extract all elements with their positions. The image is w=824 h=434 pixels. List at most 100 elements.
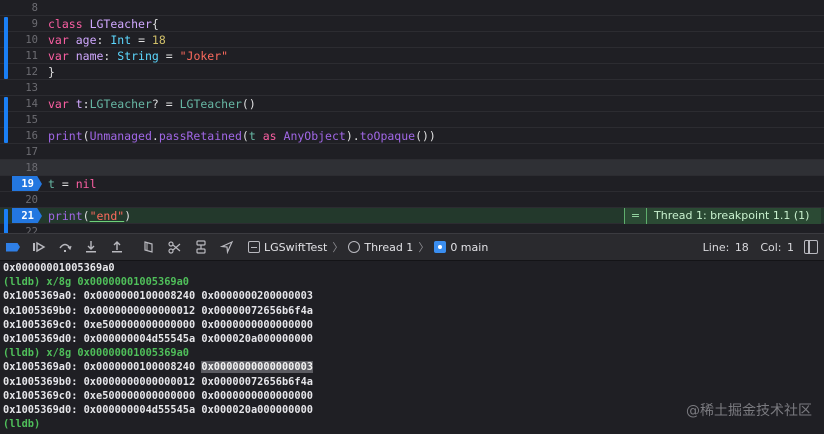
- breakpoint-marker[interactable]: 21: [12, 208, 42, 224]
- view-hierarchy-icon: [144, 241, 153, 253]
- source-change-bar[interactable]: [4, 97, 8, 143]
- console-text: 0x1005369c0: 0xe500000000000000 0x000000…: [3, 318, 313, 331]
- code-token: var: [48, 49, 69, 63]
- code-line-18[interactable]: 18: [0, 160, 824, 176]
- debug-view-hierarchy-button[interactable]: [136, 234, 162, 260]
- code-token: var: [48, 33, 69, 47]
- memory-graph-button[interactable]: [162, 234, 188, 260]
- code-token: =: [54, 177, 76, 191]
- console-text: 0x1005369c0: 0xe500000000000000 0x000000…: [3, 389, 313, 402]
- code-token: LGTeacher: [179, 97, 242, 111]
- lldb-prompt: (lldb): [3, 418, 41, 431]
- breakpoint-marker[interactable]: 19: [12, 176, 42, 192]
- code-token: :: [96, 33, 111, 47]
- code-token: nil: [75, 177, 97, 191]
- console-line: 0x1005369b0: 0x0000000000000012 0x000000…: [3, 304, 824, 318]
- code-line-22[interactable]: 22: [0, 224, 824, 233]
- code-line-12[interactable]: 12}: [0, 64, 824, 80]
- code-line-16[interactable]: 16 print(Unmanaged.passRetained(t as AnyO…: [0, 128, 824, 144]
- code-token: :: [82, 97, 90, 111]
- watermark: @稀土掘金技术社区: [686, 403, 812, 419]
- code-token: "Joker": [179, 49, 229, 63]
- col-label: Col:: [760, 240, 782, 254]
- step-out-icon: [112, 241, 122, 253]
- console-line: 0x1005369c0: 0xe500000000000000 0x000000…: [3, 318, 824, 332]
- thread-annotation[interactable]: = Thread 1: breakpoint 1.1 (1): [624, 208, 822, 224]
- console-text: 0x1005369d0: 0x000000004d55545a 0x000020…: [3, 333, 313, 346]
- console-text: x/8g 0x00000001005369a0: [40, 276, 189, 289]
- step-into-button[interactable]: [78, 234, 104, 260]
- breakpoint-icon: [6, 242, 20, 252]
- code-token: =: [158, 49, 180, 63]
- console-text: 0x1005369a0: 0x0000000100008240 0x000000…: [3, 290, 313, 303]
- line-value: 18: [734, 240, 749, 254]
- thread-icon: =: [625, 208, 647, 224]
- line-number: 8: [31, 2, 38, 14]
- code-token: ? =: [151, 97, 180, 111]
- code-token: Unmanaged: [89, 129, 152, 143]
- breadcrumb-target[interactable]: LGSwiftTest: [264, 241, 327, 254]
- console-text: 0x1005369b0: 0x0000000000000012 0x000000…: [3, 304, 313, 317]
- code-token: ()): [415, 129, 436, 143]
- code-line-20[interactable]: 20: [0, 192, 824, 208]
- code-token: toOpaque: [359, 129, 416, 143]
- code-token: LGTeacher: [89, 97, 152, 111]
- code-text: var name: String = "Joker": [48, 48, 228, 64]
- sidebar-toggle-icon[interactable]: [804, 240, 818, 254]
- code-line-19[interactable]: 19 t = nil: [0, 176, 824, 192]
- code-token: passRetained: [158, 129, 242, 143]
- code-line-11[interactable]: 11 var name: String = "Joker": [0, 48, 824, 64]
- continue-button[interactable]: [26, 234, 52, 260]
- code-token: name: [75, 49, 104, 63]
- console-text: 0x1005369b0: 0x0000000000000012 0x000000…: [3, 375, 313, 388]
- step-out-button[interactable]: [104, 234, 130, 260]
- code-line-8[interactable]: 8: [0, 0, 824, 16]
- line-number: 21: [21, 210, 34, 222]
- code-line-14[interactable]: 14 var t:LGTeacher? = LGTeacher(): [0, 96, 824, 112]
- code-text: var t:LGTeacher? = LGTeacher(): [48, 96, 256, 112]
- source-change-bar[interactable]: [4, 17, 8, 79]
- environment-overrides-button[interactable]: [188, 234, 214, 260]
- user-frame-icon: [434, 241, 447, 253]
- console-line: 0x1005369b0: 0x0000000000000012 0x000000…: [3, 375, 824, 389]
- chevron-right-icon: 〉: [418, 241, 430, 254]
- source-editor[interactable]: 8 9 class LGTeacher{10 var age: Int = 18 11 v…: [0, 0, 824, 233]
- code-token: var: [48, 97, 69, 111]
- thread-icon: [348, 241, 361, 253]
- code-line-13[interactable]: 13: [0, 80, 824, 96]
- console-text: 0x1005369a0: 0x0000000100008240: [3, 361, 202, 374]
- breadcrumb-thread[interactable]: Thread 1: [364, 241, 413, 254]
- code-token: =: [131, 33, 152, 47]
- code-text: print(Unmanaged.passRetained(t as AnyObj…: [48, 128, 436, 144]
- code-token: (): [241, 97, 256, 111]
- code-line-17[interactable]: 17: [0, 144, 824, 160]
- code-line-15[interactable]: 15: [0, 112, 824, 128]
- code-token: ): [124, 209, 132, 223]
- code-token: age: [75, 33, 97, 47]
- code-line-9[interactable]: 9 class LGTeacher{: [0, 16, 824, 32]
- source-change-bar[interactable]: [4, 209, 8, 233]
- cursor-position: Line: 18 Col: 1: [701, 241, 794, 254]
- code-token: {: [151, 17, 159, 31]
- simulate-location-button[interactable]: [214, 234, 240, 260]
- chevron-right-icon: 〉: [332, 241, 344, 254]
- console-line: 0x00000001005369a0: [3, 261, 824, 275]
- code-token: t: [48, 177, 55, 191]
- lldb-prompt: (lldb): [3, 276, 41, 289]
- breadcrumb-frame[interactable]: 0 main: [450, 241, 488, 254]
- toggle-breakpoints-button[interactable]: [0, 234, 26, 260]
- console-line: 0x1005369d0: 0x000000004d55545a 0x000020…: [3, 332, 824, 346]
- code-text: t = nil: [48, 176, 97, 192]
- code-token: print: [48, 209, 83, 223]
- step-over-button[interactable]: [52, 234, 78, 260]
- lldb-prompt: (lldb): [3, 347, 41, 360]
- debug-bar: LGSwiftTest 〉 Thread 1 〉 0 main Line: 18…: [0, 233, 824, 261]
- code-token: t: [248, 129, 256, 143]
- line-number: 13: [25, 82, 38, 94]
- code-token: t: [75, 97, 83, 111]
- code-line-10[interactable]: 10 var age: Int = 18: [0, 32, 824, 48]
- code-token: (: [82, 129, 90, 143]
